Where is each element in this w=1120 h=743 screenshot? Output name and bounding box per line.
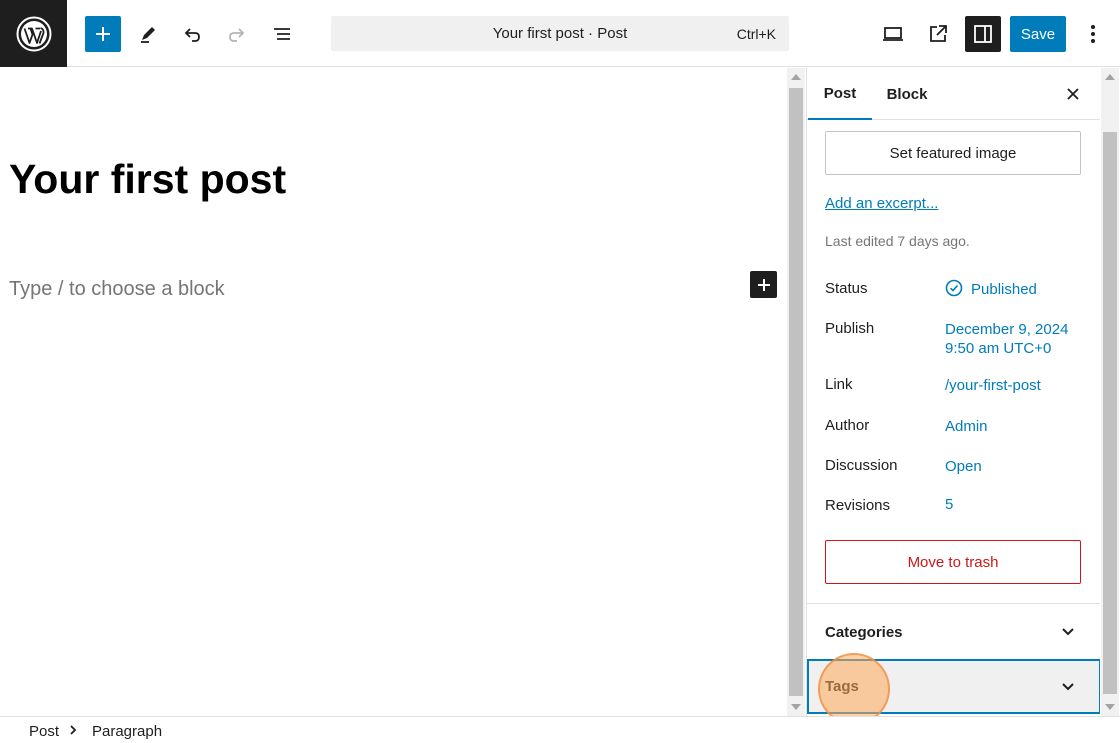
canvas-scrollbar-thumb[interactable] (789, 88, 803, 696)
plus-icon (757, 278, 770, 291)
link-label: Link (825, 376, 853, 393)
block-inserter-button[interactable] (85, 16, 121, 52)
chevron-down-icon (1062, 683, 1074, 691)
editor-header: Your first post · Post Ctrl+K Save (0, 0, 1120, 67)
author-label: Author (825, 417, 870, 434)
document-title: Your first post · Post (492, 25, 628, 42)
document-overview-button[interactable] (264, 16, 300, 52)
author-button[interactable]: Admin (945, 417, 988, 436)
publish-label: Publish (825, 320, 875, 337)
discussion-button[interactable]: Open (945, 457, 982, 476)
redo-button[interactable] (219, 16, 255, 52)
external-link-icon (930, 25, 947, 42)
published-check-icon (945, 279, 963, 297)
close-sidebar-button[interactable] (1061, 82, 1085, 106)
add-excerpt-link[interactable]: Add an excerpt... (825, 195, 938, 212)
paragraph-block-placeholder[interactable]: Type / to choose a block (9, 278, 225, 301)
inline-block-inserter-button[interactable] (750, 271, 777, 298)
plus-icon (96, 27, 110, 41)
breadcrumb-paragraph[interactable]: Paragraph (92, 723, 162, 740)
chevron-down-icon (1062, 628, 1074, 636)
tags-panel-toggle[interactable]: Tags (807, 659, 1100, 714)
scroll-down-arrow-icon[interactable] (791, 704, 801, 710)
revisions-label: Revisions (825, 497, 891, 514)
permalink-button[interactable]: /your-first-post (945, 376, 1041, 395)
move-to-trash-button[interactable]: Move to trash (825, 540, 1081, 584)
sidebar-tabs: Post Block (807, 68, 1100, 120)
wordpress-icon (16, 16, 51, 51)
undo-icon (184, 28, 200, 42)
view-post-button[interactable] (920, 16, 956, 52)
scroll-down-arrow-icon[interactable] (1105, 704, 1115, 710)
save-button[interactable]: Save (1010, 16, 1066, 52)
undo-button[interactable] (174, 16, 210, 52)
options-menu-button[interactable] (1075, 16, 1111, 52)
pencil-icon (141, 27, 155, 43)
sidebar-icon (974, 25, 992, 43)
publish-row: Publish December 9, 2024 9:50 am UTC+0 (825, 320, 1085, 360)
discussion-label: Discussion (825, 457, 898, 474)
scroll-up-arrow-icon[interactable] (791, 74, 801, 80)
preview-button[interactable] (875, 16, 911, 52)
last-edited-text: Last edited 7 days ago. (825, 233, 970, 249)
post-title[interactable]: Your first post (9, 156, 286, 203)
revisions-button[interactable]: 5 (945, 495, 953, 514)
tab-block[interactable]: Block (881, 68, 933, 120)
categories-panel-label: Categories (825, 624, 903, 641)
publish-date-button[interactable]: December 9, 2024 9:50 am UTC+0 (945, 320, 1068, 358)
breadcrumb-post[interactable]: Post (29, 723, 59, 740)
settings-sidebar: Post Block Set featured image Add an exc… (806, 68, 1100, 716)
settings-toggle-button[interactable] (965, 16, 1001, 52)
desktop-icon (883, 27, 903, 41)
sidebar-scrollbar-thumb[interactable] (1103, 132, 1117, 694)
redo-icon (229, 28, 245, 42)
canvas-scrollbar[interactable] (787, 68, 805, 716)
keyboard-shortcut: Ctrl+K (736, 26, 776, 42)
tags-panel-label: Tags (825, 678, 859, 695)
set-featured-image-button[interactable]: Set featured image (825, 131, 1081, 175)
publish-date: December 9, 2024 (945, 321, 1069, 338)
list-view-icon (274, 28, 290, 40)
close-icon (1067, 88, 1079, 100)
publish-time: 9:50 am UTC+0 (945, 340, 1052, 357)
sidebar-scrollbar[interactable] (1101, 68, 1119, 716)
tools-button[interactable] (130, 16, 166, 52)
command-palette-bar[interactable]: Your first post · Post Ctrl+K (331, 16, 789, 51)
categories-panel-toggle[interactable]: Categories (807, 605, 1100, 659)
block-breadcrumb: Post Paragraph (0, 716, 1120, 743)
panel-divider (807, 603, 1100, 604)
chevron-right-icon (70, 725, 77, 735)
tab-post[interactable]: Post (808, 68, 872, 120)
status-value-button[interactable]: Published (971, 280, 1037, 299)
more-vertical-icon (1091, 25, 1095, 43)
editor-canvas[interactable]: Your first post Type / to choose a block (0, 68, 787, 716)
wordpress-logo-button[interactable] (0, 0, 67, 67)
status-label: Status (825, 280, 868, 297)
scroll-up-arrow-icon[interactable] (1105, 74, 1115, 80)
